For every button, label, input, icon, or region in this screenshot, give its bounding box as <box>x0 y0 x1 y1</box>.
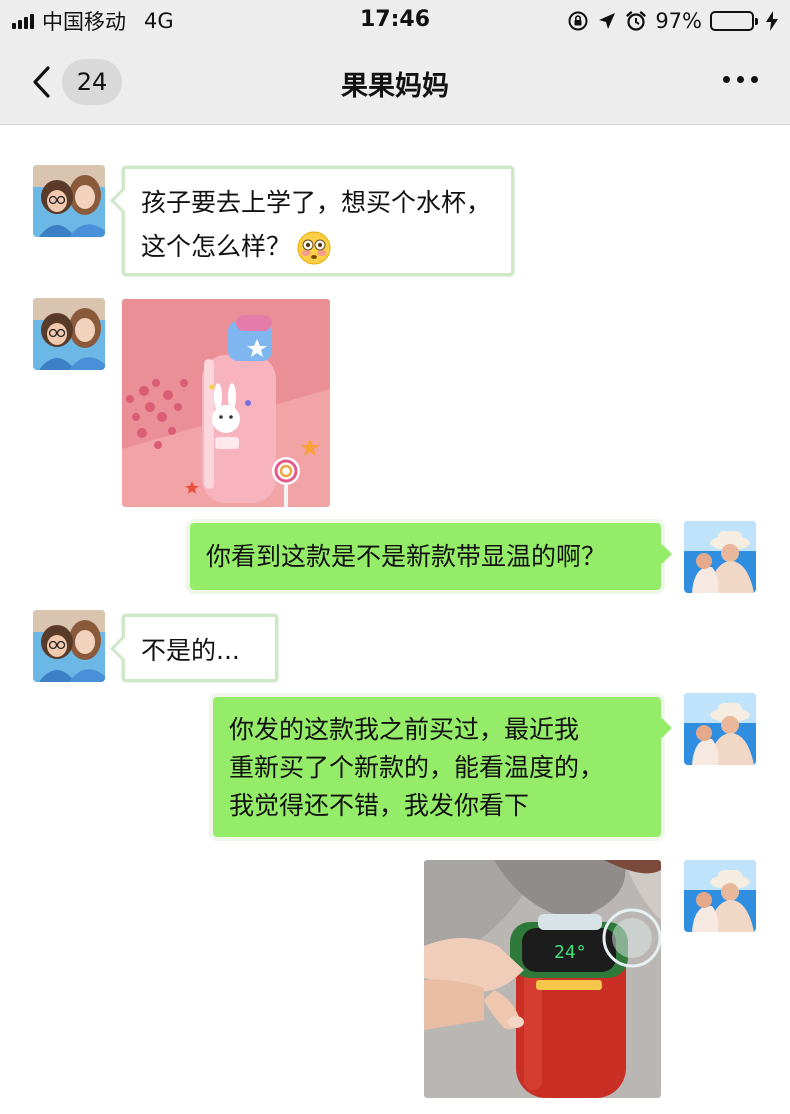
chat-title: 果果妈妈 <box>341 71 449 102</box>
message-line: 你看到这款是不是新款带显温的啊？ <box>206 542 607 571</box>
my-avatar[interactable] <box>684 860 756 932</box>
message-line: 这个怎么样？ <box>141 225 495 269</box>
message-bubble-sent[interactable]: 你看到这款是不是新款带显温的啊？ <box>190 523 661 590</box>
message-line: 不是的... <box>141 636 240 665</box>
flushed-face-emoji <box>297 231 331 265</box>
message-line-text: 这个怎么样？ <box>141 232 292 261</box>
my-avatar[interactable] <box>684 521 756 593</box>
orientation-lock-icon <box>568 11 588 31</box>
beach-couple-avatar-icon <box>684 693 756 765</box>
beach-couple-avatar-icon <box>684 521 756 593</box>
ellipsis-icon[interactable] <box>723 76 758 83</box>
message-bubble-received[interactable]: 孩子要去上学了，想买个水杯， 这个怎么样？ <box>122 166 514 276</box>
temperature-reading: 24° <box>554 942 587 963</box>
beach-couple-avatar-icon <box>684 860 756 932</box>
my-avatar[interactable] <box>684 693 756 765</box>
red-temperature-display-bottle-photo[interactable]: 24° <box>424 860 661 1098</box>
message-line: 重新买了个新款的，能看温度的， <box>229 753 605 782</box>
charging-bolt-icon <box>766 11 778 31</box>
location-arrow-icon <box>599 13 616 29</box>
message-line: 你发的这款我之前买过，最近我 <box>229 715 580 744</box>
message-line: 孩子要去上学了，想买个水杯， <box>141 188 492 217</box>
battery-icon <box>710 11 758 31</box>
mother-child-avatar-icon <box>33 165 105 237</box>
mother-child-avatar-icon <box>33 298 105 370</box>
chat-nav-bar: 24 果果妈妈 <box>0 42 790 125</box>
status-bar: 中国移动 4G 17:46 97% <box>0 0 790 42</box>
contact-avatar[interactable] <box>33 165 105 237</box>
battery-percent: 97% <box>655 9 702 33</box>
message-bubble-received[interactable]: 不是的... <box>122 614 278 682</box>
contact-avatar[interactable] <box>33 298 105 370</box>
contact-avatar[interactable] <box>33 610 105 682</box>
pink-bunny-water-bottle-photo[interactable] <box>122 299 330 507</box>
message-bubble-sent[interactable]: 你发的这款我之前买过，最近我 重新买了个新款的，能看温度的， 我觉得还不错，我发… <box>213 697 661 837</box>
mother-child-avatar-icon <box>33 610 105 682</box>
alarm-icon <box>626 11 647 31</box>
status-right: 97% <box>567 8 778 34</box>
message-line: 我觉得还不错，我发你看下 <box>229 791 530 820</box>
